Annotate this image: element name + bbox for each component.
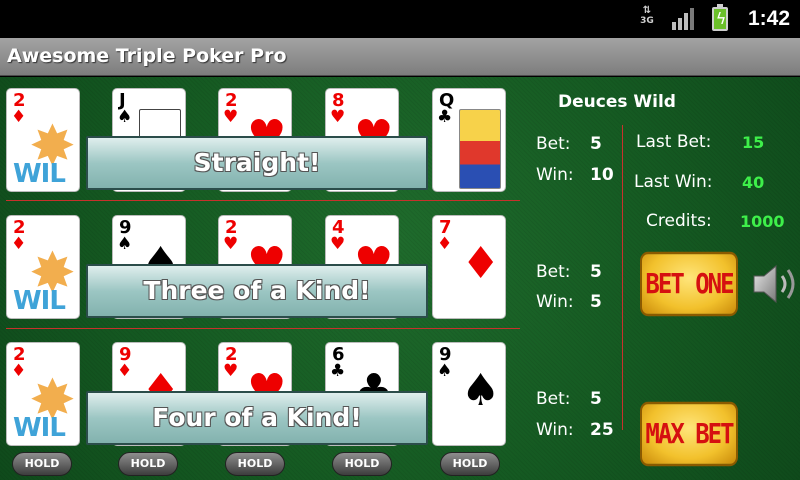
bet-label: Bet:: [536, 389, 571, 409]
bet-value: 5: [590, 262, 602, 282]
card-suit-icon: ♦: [117, 361, 133, 381]
playing-card[interactable]: Q ♣: [432, 88, 506, 192]
app-title: Awesome Triple Poker Pro: [7, 45, 287, 67]
win-label: Win:: [536, 292, 574, 312]
panel-divider: [622, 125, 623, 430]
title-bar: Awesome Triple Poker Pro: [0, 38, 800, 76]
hold-button-1[interactable]: HOLD: [12, 452, 72, 476]
card-suit-icon: ♥: [330, 234, 346, 254]
clock: 1:42: [748, 7, 791, 30]
wild-label: WIL: [13, 159, 66, 189]
hold-button-5[interactable]: HOLD: [440, 452, 500, 476]
win-value: 5: [590, 292, 602, 312]
signal-icon: [672, 8, 698, 30]
max-bet-button[interactable]: MAX BET: [640, 401, 738, 467]
card-suit-icon: ♦: [11, 234, 27, 254]
playing-card[interactable]: 2 ♦ ✸ WIL: [6, 342, 80, 446]
hold-button-4[interactable]: HOLD: [332, 452, 392, 476]
bet-one-button[interactable]: BET ONE: [640, 251, 738, 317]
last-win-value: 40: [742, 173, 765, 192]
playing-card[interactable]: 2 ♦ ✸ WIL: [6, 88, 80, 192]
card-suit-icon: ♦: [11, 107, 27, 127]
playing-card[interactable]: 7 ♦ ♦: [432, 215, 506, 319]
credits-label: Credits:: [646, 211, 712, 231]
bet-value: 5: [590, 389, 602, 409]
card-suit-icon: ♣: [437, 107, 453, 127]
hand-result-banner: Three of a Kind!: [86, 264, 428, 318]
hold-button-2[interactable]: HOLD: [118, 452, 178, 476]
credits-value: 1000: [740, 212, 785, 231]
card-pip-icon: ♠: [461, 365, 501, 416]
card-suit-icon: ♦: [437, 234, 453, 254]
hand-result-banner: Four of a Kind!: [86, 391, 428, 445]
card-pip-icon: ♦: [461, 238, 501, 289]
card-suit-icon: ♥: [223, 234, 239, 254]
win-label: Win:: [536, 420, 574, 440]
card-suit-icon: ♣: [330, 361, 346, 381]
speaker-icon[interactable]: [752, 262, 800, 306]
wild-label: WIL: [13, 413, 66, 443]
card-suit-icon: ♥: [223, 107, 239, 127]
card-suit-icon: ♦: [11, 361, 27, 381]
card-suit-icon: ♠: [437, 361, 453, 381]
last-win-label: Last Win:: [634, 172, 713, 192]
battery-charging-icon: ϟ: [712, 4, 728, 31]
hand-divider: [6, 328, 520, 329]
bet-label: Bet:: [536, 134, 571, 154]
card-suit-icon: ♠: [117, 234, 133, 254]
wild-label: WIL: [13, 286, 66, 316]
win-value: 25: [590, 420, 614, 440]
card-suit-icon: ♠: [117, 107, 133, 127]
network-3g-icon: ⇅ 3G: [636, 6, 658, 32]
card-suit-icon: ♥: [223, 361, 239, 381]
bet-value: 5: [590, 134, 602, 154]
last-bet-value: 15: [742, 133, 765, 152]
playing-card[interactable]: 2 ♦ ✸ WIL: [6, 215, 80, 319]
card-suit-icon: ♥: [330, 107, 346, 127]
hand-divider: [6, 200, 520, 201]
playing-card[interactable]: 9♠♠: [432, 342, 506, 446]
game-name: Deuces Wild: [558, 92, 676, 112]
win-label: Win:: [536, 165, 574, 185]
hold-button-3[interactable]: HOLD: [225, 452, 285, 476]
queen-face-art-icon: [459, 109, 501, 189]
last-bet-label: Last Bet:: [636, 132, 712, 152]
hand-result-banner: Straight!: [86, 136, 428, 190]
status-bar: ⇅ 3G ϟ 1:42: [0, 0, 800, 38]
bet-label: Bet:: [536, 262, 571, 282]
win-value: 10: [590, 165, 614, 185]
network-type-label: 3G: [640, 16, 654, 26]
